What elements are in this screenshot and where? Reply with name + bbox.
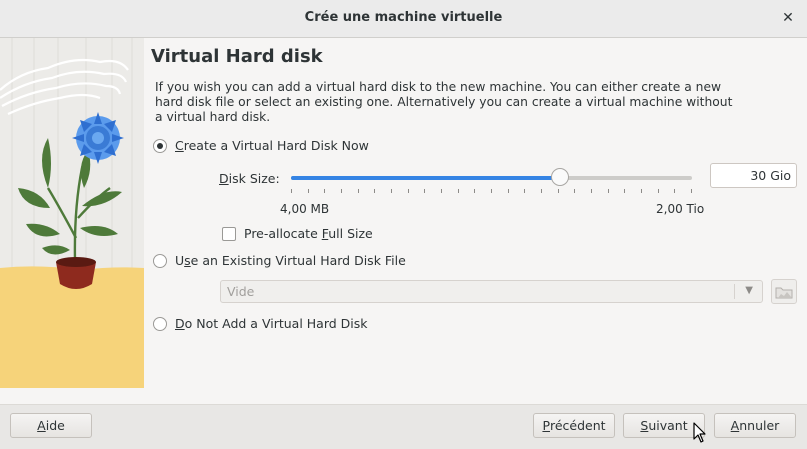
slider-tick xyxy=(291,189,292,193)
slider-tick xyxy=(574,189,575,193)
use-existing-option[interactable]: Use an Existing Virtual Hard Disk File xyxy=(153,253,406,268)
slider-tick xyxy=(358,189,359,193)
slider-tick xyxy=(541,189,542,193)
slider-tick xyxy=(408,189,409,193)
disk-size-slider[interactable] xyxy=(291,168,692,188)
slider-tick xyxy=(474,189,475,193)
slider-tick xyxy=(391,189,392,193)
slider-thumb[interactable] xyxy=(550,168,569,186)
slider-tick xyxy=(641,189,642,193)
no-disk-radio[interactable] xyxy=(153,316,167,331)
slider-ticks xyxy=(291,189,692,194)
preallocate-label: Pre-allocate Full Size xyxy=(244,226,373,241)
slider-fill xyxy=(291,176,560,180)
help-button[interactable]: Aide xyxy=(10,413,92,438)
preallocate-checkbox[interactable] xyxy=(222,226,236,241)
slider-tick xyxy=(491,189,492,193)
page-heading: Virtual Hard disk xyxy=(151,46,323,67)
create-disk-radio[interactable] xyxy=(153,138,167,153)
mouse-cursor-icon xyxy=(693,422,706,443)
existing-file-value: Vide xyxy=(227,284,255,299)
slider-tick xyxy=(591,189,592,193)
existing-file-select[interactable]: Vide ▼ xyxy=(220,280,763,303)
use-existing-radio[interactable] xyxy=(153,253,167,268)
title-bar: Crée une machine virtuelle ✕ xyxy=(0,0,807,38)
no-disk-label: Do Not Add a Virtual Hard Disk xyxy=(175,316,368,331)
disk-size-max-label: 2,00 Tio xyxy=(656,202,705,216)
slider-tick xyxy=(308,189,309,193)
create-disk-label: Create a Virtual Hard Disk Now xyxy=(175,138,369,153)
disk-size-input[interactable] xyxy=(710,163,797,188)
no-disk-option[interactable]: Do Not Add a Virtual Hard Disk xyxy=(153,316,368,331)
flower-pot-illustration xyxy=(0,38,144,388)
previous-button[interactable]: Précédent xyxy=(533,413,615,438)
slider-tick xyxy=(691,189,692,193)
slider-tick xyxy=(608,189,609,193)
slider-tick xyxy=(324,189,325,193)
create-disk-option[interactable]: Create a Virtual Hard Disk Now xyxy=(153,138,369,153)
close-icon[interactable]: ✕ xyxy=(778,8,798,28)
slider-tick xyxy=(441,189,442,193)
window-title: Crée une machine virtuelle xyxy=(304,10,503,25)
folder-icon xyxy=(775,287,793,298)
wizard-illustration xyxy=(0,38,144,388)
slider-tick xyxy=(424,189,425,193)
page-description: If you wish you can add a virtual hard d… xyxy=(155,80,733,124)
preallocate-option[interactable]: Pre-allocate Full Size xyxy=(222,226,373,241)
disk-size-min-label: 4,00 MB xyxy=(280,202,330,216)
slider-tick xyxy=(341,189,342,193)
slider-tick xyxy=(624,189,625,193)
chevron-down-icon: ▼ xyxy=(745,285,753,296)
disk-size-label: Disk Size: xyxy=(219,171,280,186)
slider-tick xyxy=(374,189,375,193)
slider-tick xyxy=(674,189,675,193)
use-existing-label: Use an Existing Virtual Hard Disk File xyxy=(175,253,406,268)
choose-file-button[interactable] xyxy=(771,279,797,304)
slider-tick xyxy=(508,189,509,193)
cancel-button[interactable]: Annuler xyxy=(714,413,796,438)
slider-tick xyxy=(558,189,559,193)
slider-tick xyxy=(658,189,659,193)
slider-tick xyxy=(458,189,459,193)
slider-tick xyxy=(524,189,525,193)
